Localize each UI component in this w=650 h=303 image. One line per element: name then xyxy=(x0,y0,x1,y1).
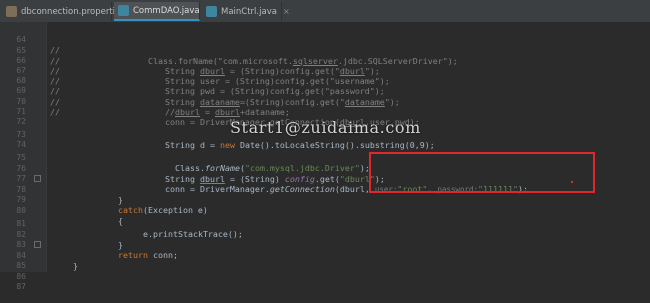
code-line-71: 71 xyxy=(0,97,650,116)
tab-label: CommDAO.java xyxy=(133,5,200,16)
tab-label: MainCtrl.java xyxy=(221,6,277,17)
code-line-67: 67 // String pwd = (String)config.get("p… xyxy=(0,56,650,96)
code-line-87: 87 xyxy=(0,272,650,291)
code-line-85: 85 xyxy=(0,251,650,270)
tab-dbconnection-properties[interactable]: dbconnection.properties × xyxy=(2,2,137,21)
tab-commdao-java[interactable]: CommDAO.java × xyxy=(114,2,212,21)
code-line-82: 82 } xyxy=(0,220,650,250)
fold-icon[interactable] xyxy=(34,175,41,182)
code-line-66: 66 // String user = (String)config.get("… xyxy=(0,46,650,86)
code-line-65: 65 // String dburl = (String)config.get(… xyxy=(0,35,650,76)
java-class-icon xyxy=(206,6,217,17)
properties-file-icon xyxy=(6,6,17,17)
annotation-dot xyxy=(571,181,573,183)
code-line-70: 70 // conn = DriverManager.getConnection… xyxy=(0,86,650,127)
code-line-64: 64 // Class.forName("com.microsoft.sqlse… xyxy=(0,25,650,65)
tab-label: dbconnection.properties xyxy=(21,6,125,17)
code-line-69: 69 // //dburl = dburl+dataname; xyxy=(0,76,650,116)
code-line-83: 83 return conn; xyxy=(0,230,650,260)
code-line-84: 84 } xyxy=(0,241,650,271)
code-line-86: 86 xyxy=(0,262,650,281)
tab-mainctrl-java[interactable]: MainCtrl.java × xyxy=(202,2,290,21)
code-editor[interactable]: 64 // Class.forName("com.microsoft.sqlse… xyxy=(0,22,650,291)
code-line-81: 81 e.printStackTrace(); xyxy=(0,209,650,239)
java-class-icon xyxy=(118,5,129,16)
fold-icon[interactable] xyxy=(34,241,41,248)
line-number: 87 xyxy=(16,282,26,292)
close-icon[interactable]: × xyxy=(283,7,290,16)
watermark: Start1@zuidaima.com xyxy=(230,118,421,137)
code-line-80: 80 { xyxy=(0,196,650,226)
highlight-annotation-box xyxy=(369,152,595,193)
code-line-68: 68 // String dataname=(String)config.get… xyxy=(0,66,650,106)
code-line-72: 72 xyxy=(0,107,650,126)
editor-tab-bar: dbconnection.properties × CommDAO.java ×… xyxy=(0,0,650,23)
